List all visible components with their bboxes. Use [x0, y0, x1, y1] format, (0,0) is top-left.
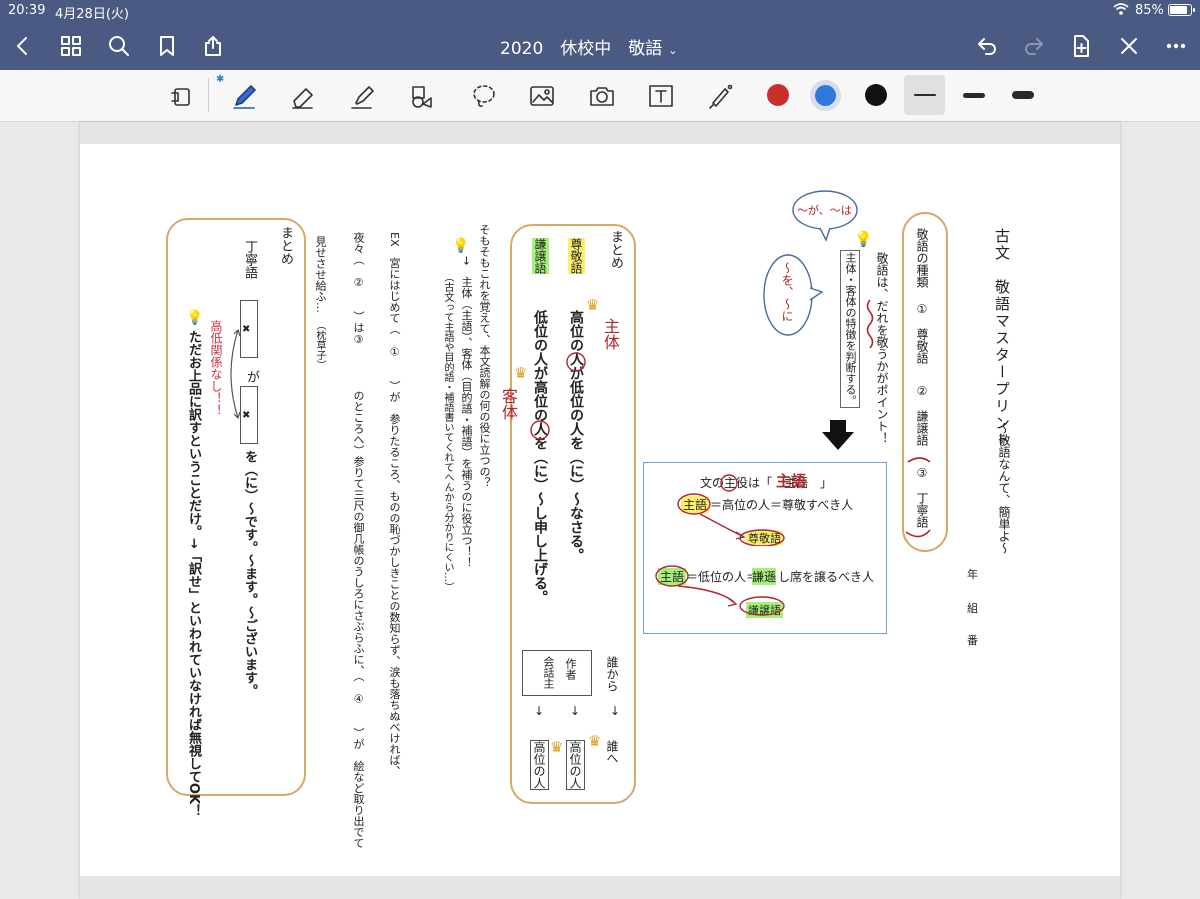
diagram-subject: 主語 [776, 472, 807, 490]
document-title[interactable]: 2020 休校中 敬語 ⌄ [500, 34, 710, 59]
speaker-box [522, 650, 592, 696]
stroke-medium[interactable] [963, 93, 985, 98]
status-time: 20:39 [8, 3, 46, 18]
koui-box-1: 高位の人 [566, 740, 585, 790]
matome-2-heading: まとめ [278, 226, 293, 265]
ink-arrow-2 [655, 565, 785, 616]
undo-icon[interactable] [974, 33, 1000, 59]
no-hierarchy-label: 高低関係なし！！ [209, 320, 223, 416]
pen-icon[interactable] [226, 78, 262, 114]
read-mode-icon[interactable] [164, 78, 200, 114]
status-date: 4月28日(火) [55, 7, 129, 22]
ink-circle-ga [566, 352, 586, 372]
question-line-2: → 主体（主語）、客体（目的語・補語）を補うのに役立つ！！ [460, 256, 473, 568]
year-label: 年 [967, 568, 978, 581]
question-line-3: （古文って主語や目的語・補語書いてくれてへんから分かりにくい…） [442, 272, 453, 592]
example-line-2: 夜々（ ② ）は③ のところへ）参りて三尺の御几帳のうしろにさぶらふに、（ ④ … [352, 232, 365, 849]
speaker-label: 会話主 [542, 656, 555, 689]
bookmark-icon[interactable] [154, 33, 180, 59]
bubble-top-text: 〜が、〜は [797, 204, 852, 217]
shapes-icon[interactable] [403, 78, 439, 114]
example-line-1: EX 宮にはじめて（ ① ）が 参りたるころ、ものの恥づかしきことの数知らず、涙… [388, 232, 401, 777]
search-icon[interactable] [106, 33, 132, 59]
back-icon[interactable] [10, 33, 36, 59]
example-source: （枕草子） [314, 320, 325, 370]
summary-line: ただお上品に訳すということだけ。→「訳せ」といわれていなければ無視してOK！ [186, 330, 201, 818]
teineigo-row: を（に）〜です。〜ます。〜ございます。 [242, 450, 257, 697]
kenjougo-row: 低位の人が高位の人を（に）〜し申し上げる。 [532, 310, 548, 604]
darekara-label: 誰から [605, 656, 619, 692]
close-icon[interactable] [1116, 33, 1142, 59]
example-line-3: 見せさせ給ふ… [314, 236, 327, 313]
bluetooth-icon: ✱ [216, 74, 225, 85]
ink-squiggle [866, 299, 874, 349]
wifi-icon [1113, 2, 1129, 20]
image-icon[interactable] [524, 78, 560, 114]
bulb-icon-3: 💡 [186, 310, 204, 326]
add-page-icon[interactable] [1068, 33, 1094, 59]
double-arrow-icon [230, 328, 241, 420]
koui-box-2: 高位の人 [530, 740, 549, 790]
kinds-heading: 敬語の種類 [915, 228, 929, 288]
doc-title: 古文 敬語マスタープリント [993, 228, 1011, 449]
color-black-swatch[interactable] [865, 84, 887, 106]
toolbar-divider [208, 78, 209, 112]
battery-icon [1168, 4, 1195, 16]
crown-icon-1: ♛ [586, 296, 600, 314]
sonkeigo-label: 尊敬語 [568, 238, 585, 274]
darehe-label: 誰へ [605, 740, 619, 764]
bulb-icon-2: 💡 [452, 238, 470, 254]
text-icon[interactable] [643, 78, 679, 114]
stroke-thick[interactable] [1012, 91, 1034, 99]
camera-icon[interactable] [584, 78, 620, 114]
kenjougo-label: 謙譲語 [532, 238, 549, 274]
point-line-1: 敬語は、だれを敬うかがポイント！ [875, 252, 889, 444]
share-icon[interactable] [200, 33, 226, 59]
more-icon[interactable] [1163, 33, 1189, 59]
document-page[interactable]: 古文 敬語マスタープリント 〜敬語なんて、簡単よ〜 年 組 番 敬語の種類 ① … [80, 122, 1120, 899]
ink-kyakutai: 客体 [499, 388, 518, 420]
point-line-2: 主体・客体の特徴を判断する。 [840, 250, 860, 408]
sonkeigo-row: 高位の人が低位の人を（に）〜なさる。 [568, 310, 584, 562]
class-label: 組 [967, 602, 978, 615]
eraser-icon[interactable] [285, 78, 321, 114]
highlighter-icon[interactable] [344, 78, 380, 114]
battery-percent: 85% [1135, 3, 1164, 18]
teineigo-label: 丁寧語 [242, 240, 257, 279]
kind-1: ① 尊敬語 [915, 302, 929, 364]
ink-shutai: 主体 [601, 318, 620, 350]
kind-2: ② 謙譲語 [915, 384, 929, 446]
crown-icon-2: ♛ [514, 364, 528, 382]
lasso-icon[interactable] [466, 78, 502, 114]
ink-circle-wo [530, 420, 550, 440]
doc-subtitle: 〜敬語なんて、簡単よ〜 [997, 422, 1011, 554]
app-window: 20:39 4月28日(火) 85% 2020 休校中 敬語 ⌄ ✱ 古文 敬語… [0, 0, 1200, 899]
crown-icon-3: ♛ [588, 732, 602, 750]
matome-1-heading: まとめ [608, 230, 623, 269]
redo-icon[interactable] [1021, 33, 1047, 59]
arrow-1: ↓ [610, 704, 621, 718]
crown-icon-4: ♛ [550, 738, 564, 756]
writer-label: 作者 [564, 658, 577, 680]
ink-circle-3 [905, 457, 931, 538]
color-red-swatch[interactable] [767, 84, 789, 106]
down-arrow-icon [822, 420, 854, 450]
grid-icon[interactable] [58, 33, 84, 59]
top-bar: 20:39 4月28日(火) 85% 2020 休校中 敬語 ⌄ [0, 0, 1200, 70]
ink-arrow-1 [677, 493, 785, 546]
arrow-3: ↓ [534, 704, 545, 718]
ga-label: が [244, 370, 259, 383]
stroke-thin[interactable] [914, 94, 936, 96]
color-blue-swatch[interactable] [815, 85, 836, 106]
number-label: 番 [967, 634, 978, 647]
chevron-down-icon: ⌄ [668, 44, 678, 57]
question-line-1: そもそもこれを覚えて、本文読解の何の役に立つの？ [478, 224, 491, 488]
laser-icon[interactable] [702, 78, 738, 114]
arrow-2: ↓ [570, 704, 581, 718]
bubble-side-text: 〜を、〜に [780, 262, 794, 322]
